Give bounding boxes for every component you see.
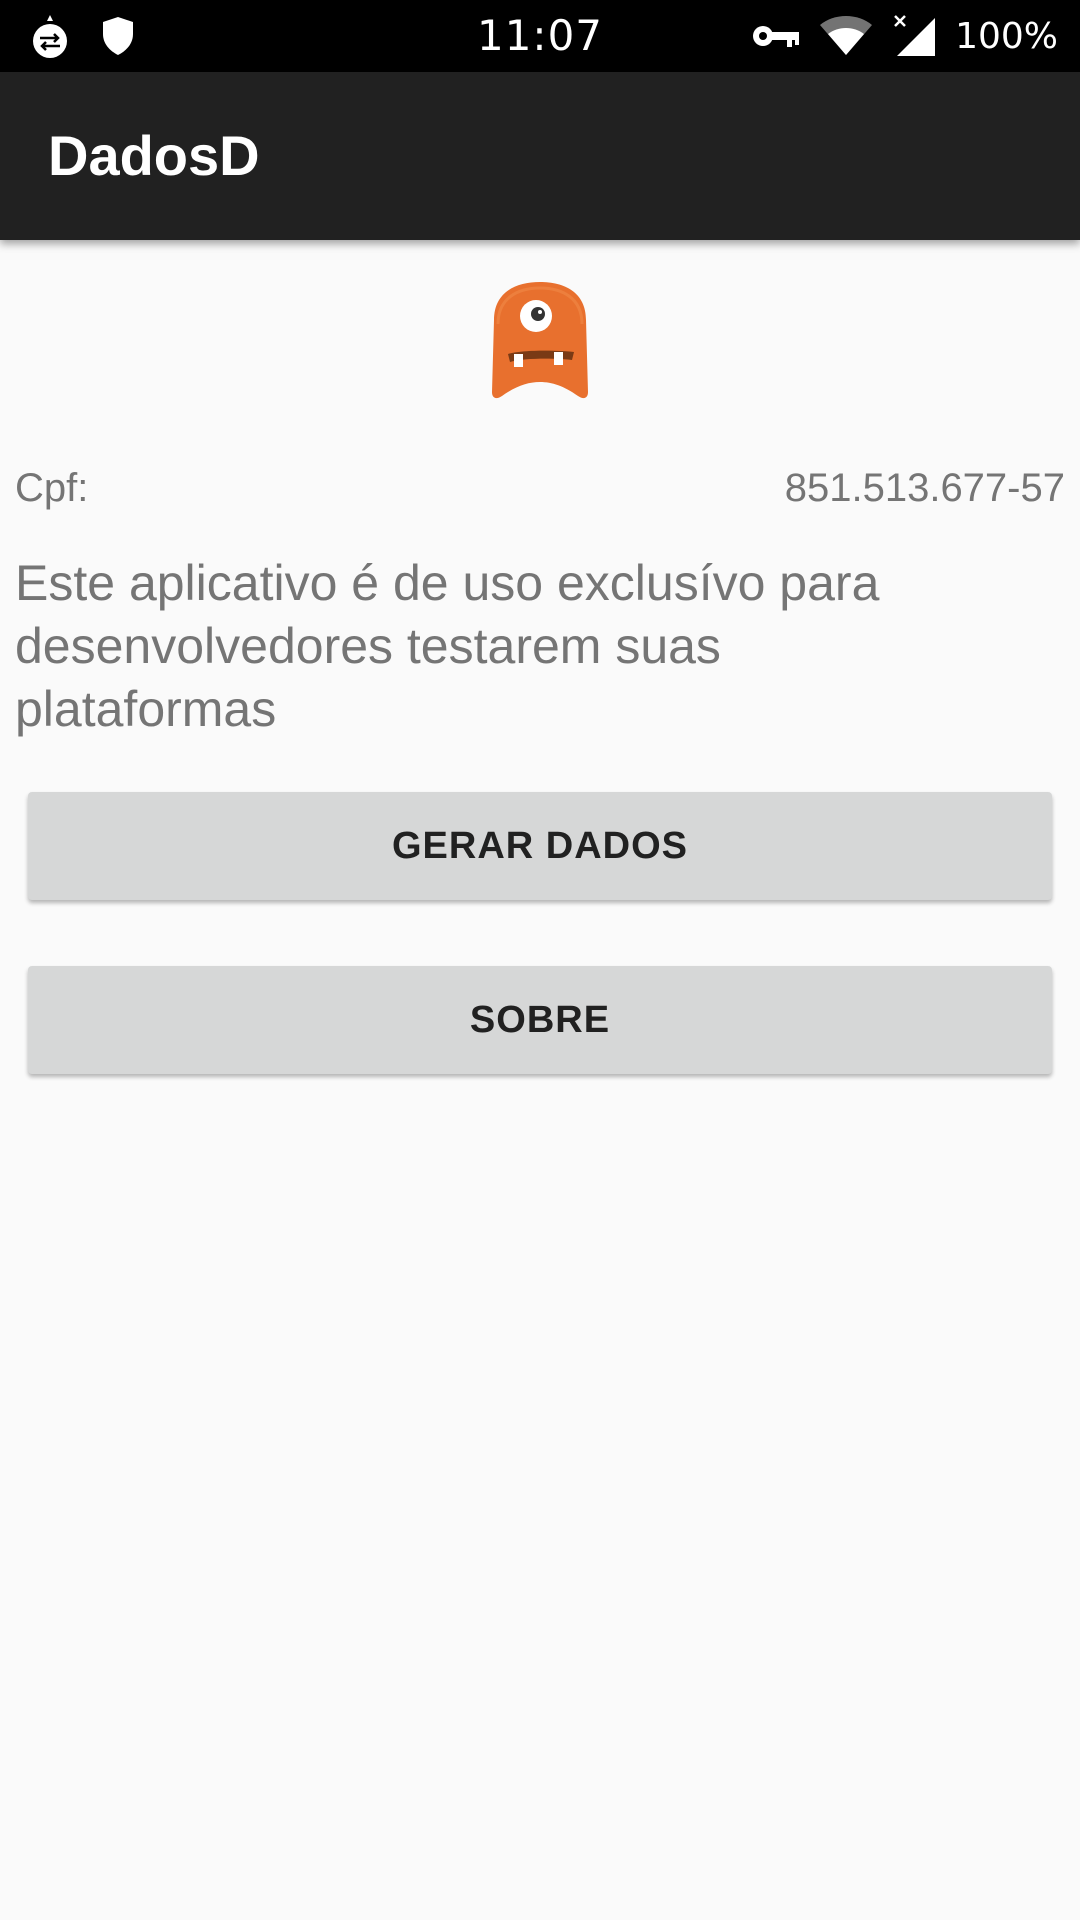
signal-icon: [891, 14, 937, 58]
battery-percentage: 100%: [955, 15, 1058, 57]
description-text: Este aplicativo é de uso exclusívo para …: [15, 555, 880, 737]
cpf-value: 851.513.677-57: [784, 466, 1065, 510]
main-content: Cpf: 851.513.677-57 Este aplicativo é de…: [0, 240, 1080, 1920]
monster-mascot-icon: [484, 280, 596, 404]
app-title: DadosD: [48, 124, 260, 187]
generate-data-button[interactable]: GERAR DADOS: [28, 792, 1052, 900]
app-bar: DadosD: [0, 72, 1080, 240]
vpn-key-icon: [751, 21, 801, 51]
cpf-label: Cpf:: [15, 466, 89, 510]
screen: 11:07 100% DadosD Cpf: 851.513.677-57 Es…: [0, 0, 1080, 1920]
status-right-icons: 100%: [751, 10, 1058, 62]
about-button[interactable]: SOBRE: [28, 966, 1052, 1074]
wifi-icon: [819, 15, 873, 57]
cpf-row: Cpf: 851.513.677-57: [15, 460, 1065, 516]
status-bar: 11:07 100%: [0, 0, 1080, 72]
